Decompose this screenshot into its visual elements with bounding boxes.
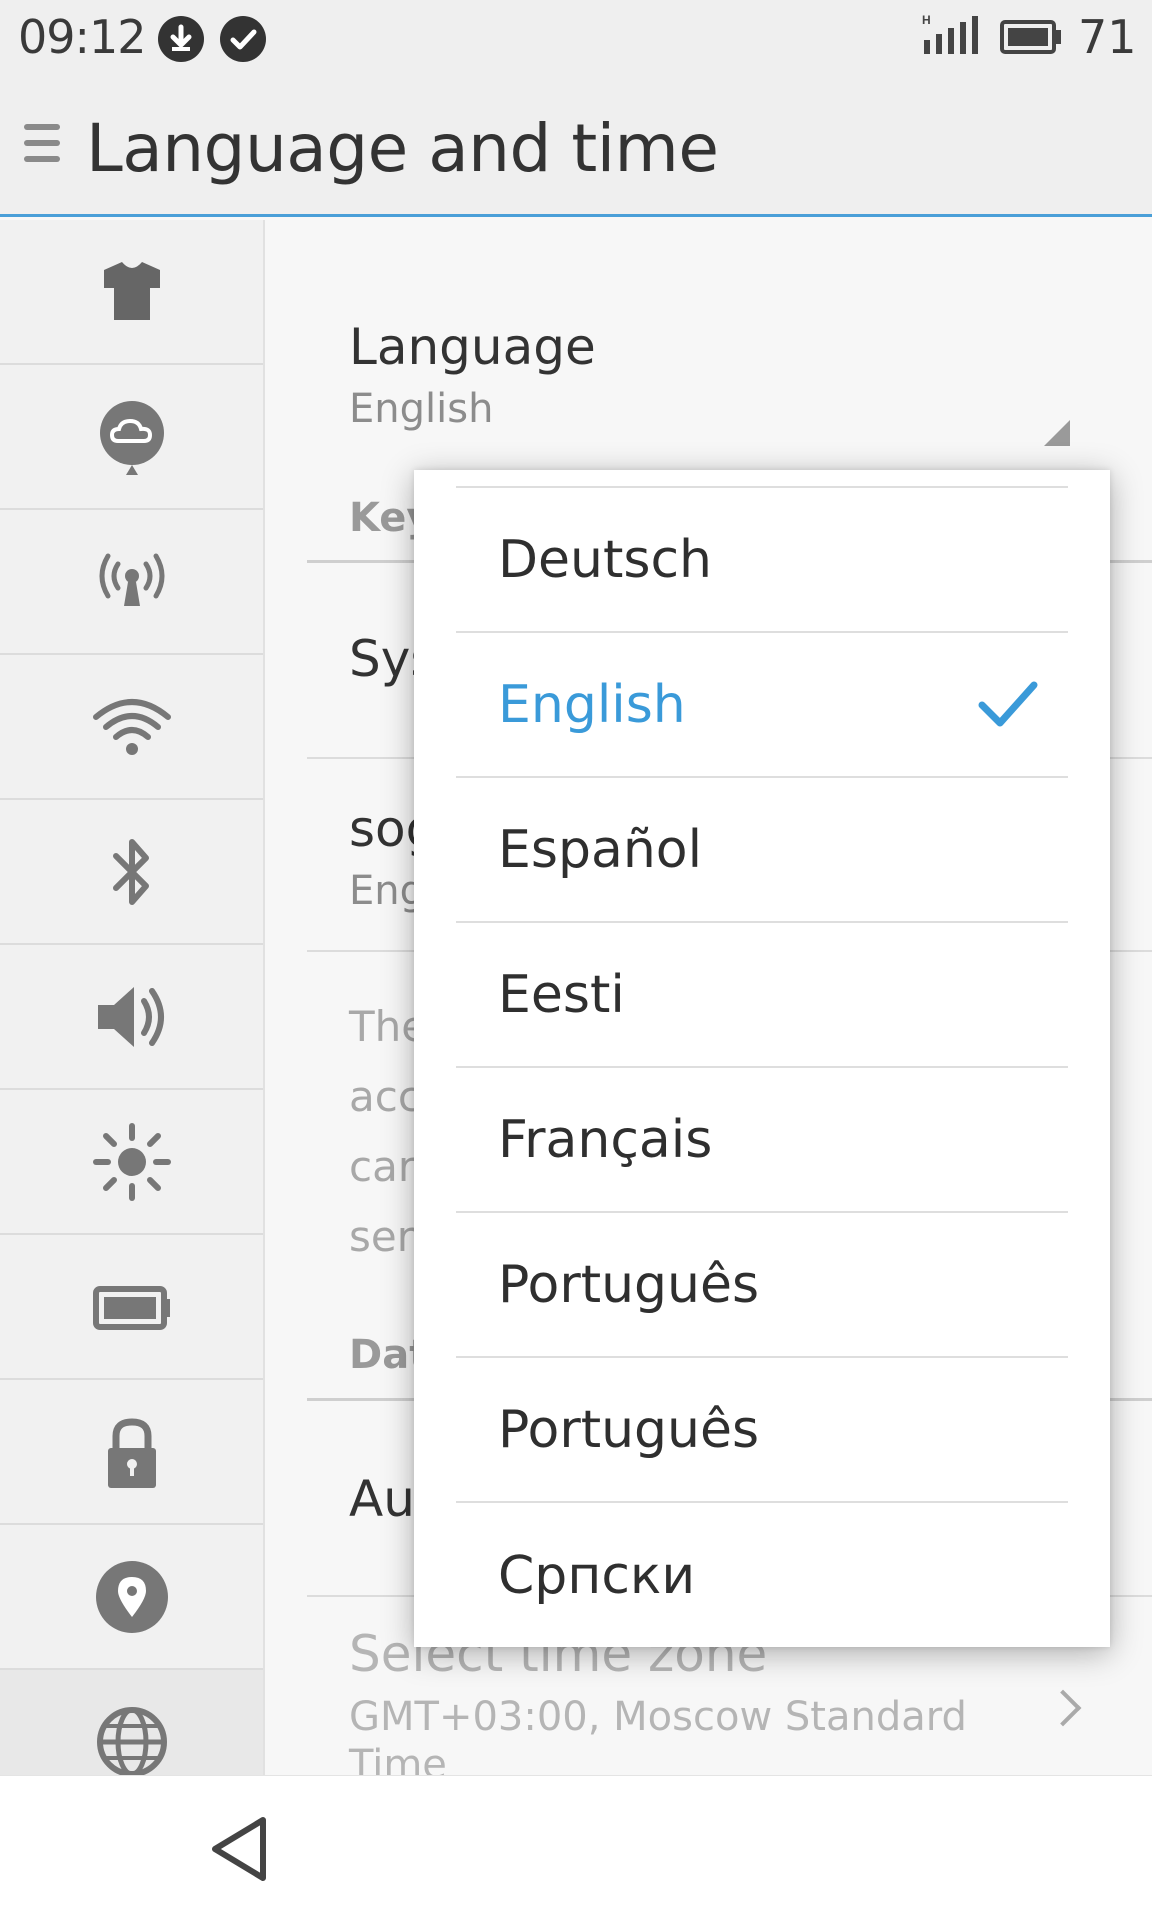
wifi-icon [92,698,171,755]
status-bar: 09:12 H 71 [0,0,1152,78]
language-option[interactable]: Português [456,1358,1068,1503]
option-label: Português [498,1254,760,1315]
tshirt-icon [103,261,160,320]
language-dropdown: Deutsch English Español Eesti Français P… [414,470,1110,1647]
timezone-value: GMT+03:00, Moscow Standard Time [349,1694,967,1775]
option-label: English [498,674,686,735]
chevron-right-icon [1044,1689,1082,1727]
brightness-icon [92,1122,171,1201]
check-circle-icon [220,16,266,62]
bluetooth-icon [112,838,149,905]
language-row[interactable]: Language English [349,318,1092,432]
navigation-bar [0,1775,1152,1920]
svg-text:H: H [922,14,931,27]
page-title: Language and time [86,110,719,187]
app-header: Language and time [0,78,1152,217]
option-label: Српски [498,1545,696,1606]
language-option[interactable]: Português [456,1213,1068,1358]
checkmark-icon [978,681,1038,727]
sidebar-item-personalize[interactable] [0,220,263,365]
settings-sidebar [0,220,265,1815]
language-value: English [349,386,494,432]
language-option[interactable]: Deutsch [456,488,1068,633]
status-time: 09:12 [18,10,147,64]
option-label: Español [498,819,703,880]
sidebar-item-display[interactable] [0,1090,263,1235]
sidebar-item-sound[interactable] [0,945,263,1090]
cloud-icon [99,400,164,475]
language-option[interactable]: Español [456,778,1068,923]
option-label: Français [498,1109,713,1170]
sidebar-item-hotspot[interactable] [0,510,263,655]
battery-icon [92,1285,170,1330]
option-label: Deutsch [498,529,713,590]
sidebar-item-bluetooth[interactable] [0,800,263,945]
option-label: Eesti [498,964,625,1025]
language-option[interactable]: Српски [456,1503,1068,1647]
sidebar-item-security[interactable] [0,1380,263,1525]
sidebar-item-location[interactable] [0,1525,263,1670]
globe-icon [96,1706,167,1777]
back-icon[interactable] [205,1814,275,1884]
timezone-row[interactable]: Select time zone GMT+03:00, Moscow Stand… [349,1625,1032,1775]
language-option[interactable]: Français [456,1068,1068,1213]
sidebar-item-cloud[interactable] [0,365,263,510]
battery-percent: 71 [1078,10,1137,64]
sidebar-item-battery[interactable] [0,1235,263,1380]
sidebar-item-wifi[interactable] [0,655,263,800]
battery-status-icon [1000,20,1061,54]
volume-icon [97,986,164,1047]
menu-icon[interactable] [24,124,60,170]
download-icon [158,16,204,62]
language-option-selected[interactable]: English [456,633,1068,778]
hotspot-icon [99,553,164,606]
lock-icon [107,1417,156,1488]
location-icon [95,1560,168,1633]
language-title: Language [349,318,596,376]
option-label: Português [498,1399,760,1460]
dropdown-indicator-icon [1044,420,1070,446]
language-option[interactable]: Eesti [456,923,1068,1068]
signal-icon: H [922,14,978,54]
